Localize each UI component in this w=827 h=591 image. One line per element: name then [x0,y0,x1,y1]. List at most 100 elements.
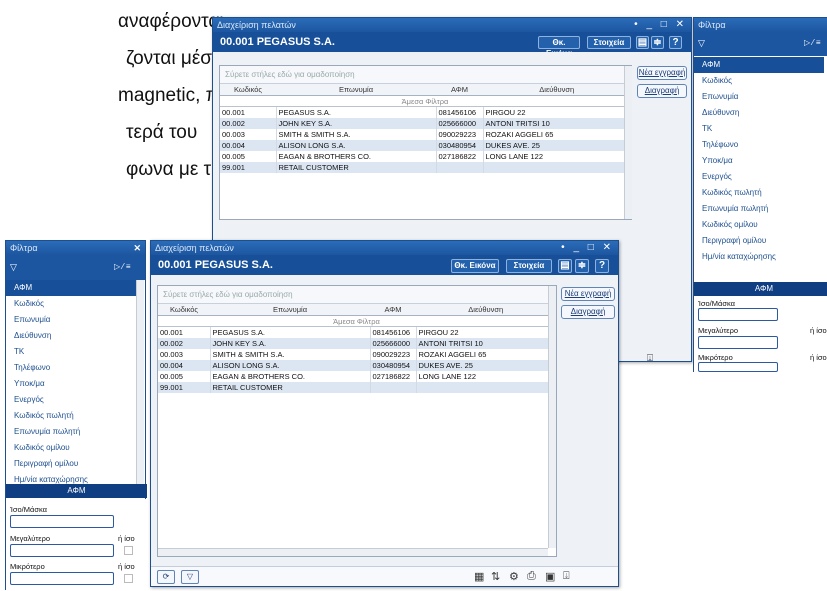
table-row[interactable]: 99.001 RETAIL CUSTOMER [158,381,556,393]
filter-icon[interactable]: ▽ [181,570,199,584]
col-code[interactable]: Κωδικός [158,304,210,316]
table-row[interactable]: 00.003 SMITH & SMITH S.A. 090029223 ROZAKI … [158,348,556,360]
filter-field[interactable]: Ενεργός [694,169,824,185]
filter-field[interactable]: Διεύθυνση [694,105,824,121]
help-icon[interactable]: ? [669,36,682,49]
filter-field[interactable]: Κωδικός ομίλου [694,217,824,233]
filter-field[interactable]: Τηλέφωνο [694,137,824,153]
filter-field[interactable]: Υποκ/μα [694,153,824,169]
table-row[interactable]: 00.001 PEGASUS S.A. 081456106 PIRGOU 22 [158,326,556,338]
delete-button[interactable]: Διαγραφή [637,84,687,98]
filter-tools-icon[interactable]: ▷ ⁄ ≡ [804,38,821,47]
filter-field[interactable]: Επωνυμία πωλητή [694,201,824,217]
filter-toolbar: ▽ ▷ ⁄ ≡ [694,32,827,56]
filter-field[interactable]: ΤΚ [694,121,824,137]
greater-input[interactable] [698,336,778,349]
group-hint: Σύρετε στήλες εδώ για ομαδοποίηση [158,286,556,304]
details-button[interactable]: Στοιχεία [587,36,631,49]
table-row[interactable]: 00.005 EAGAN & BROTHERS CO. 027186822 LONG … [220,150,631,162]
delete-button[interactable]: Διαγραφή [561,305,615,319]
filter-field[interactable]: Επωνυμία [6,312,136,328]
new-record-button[interactable]: Νέα εγγραφή [561,287,615,301]
filter-field[interactable]: Υποκ/μα [6,376,136,392]
col-vat[interactable]: ΑΦΜ [370,304,416,316]
col-address[interactable]: Διεύθυνση [483,84,631,96]
col-address[interactable]: Διεύθυνση [416,304,556,316]
table-row[interactable]: 00.004 ALISON LONG S.A. 030480954 DUKES AVE… [158,359,556,371]
quick-filter-row[interactable]: Άμεσα Φίλτρα [220,95,631,107]
help-icon[interactable]: ? [595,259,609,273]
customer-grid[interactable]: Σύρετε στήλες εδώ για ομαδοποίηση Κωδικό… [219,65,632,220]
table-row[interactable]: 00.002 JOHN KEY S.A. 025666000 ANTONI TRITS… [158,337,556,349]
export-icon[interactable]: ⍗ [647,353,653,364]
export-icon[interactable]: ⍗ [563,570,570,583]
image-button[interactable]: Θκ. Εικόνα [538,36,580,58]
filter-tools-icon[interactable]: ▷ ⁄ ≡ [114,262,131,271]
col-name[interactable]: Επωνυμία [276,84,436,96]
quick-filter-row[interactable]: Άμεσα Φίλτρα [158,315,556,327]
filter-field[interactable]: Κωδικός [6,296,136,312]
filter-field[interactable]: Κωδικός πωλητή [6,408,136,424]
filter-field[interactable]: Περιγραφή ομίλου [694,233,824,249]
less-input[interactable] [10,572,114,585]
filter-field[interactable]: ΤΚ [6,344,136,360]
filter-field[interactable]: Επωνυμία [694,89,824,105]
table-row[interactable]: 00.003 SMITH & SMITH S.A. 090029223 ROZAKI … [220,128,631,140]
filter-title: Φίλτρα [10,243,38,253]
save-icon[interactable]: ▣ [545,570,555,583]
equal-mask-label: Ίσο/Μάσκα [698,299,735,308]
table-row[interactable]: 00.001 PEGASUS S.A. 081456106 PIRGOU 22 [220,106,631,118]
greater-or-equal-checkbox[interactable] [124,546,133,555]
filter-titlebar: Φίλτρα [694,18,827,32]
table-row[interactable]: 00.004 ALISON LONG S.A. 030480954 DUKES AVE… [220,139,631,151]
window-titlebar: Διαχείριση πελατών • _ □ ✕ [213,18,691,32]
grid-menu-icon[interactable]: ▤ [636,36,649,49]
window-controls[interactable]: • _ □ ✕ [634,18,687,32]
window-controls[interactable]: • _ □ ✕ [561,241,614,255]
chevron-down-icon[interactable]: ▽ [10,262,17,273]
filter-field[interactable]: ΑΦΜ [694,57,824,73]
table-row[interactable]: 00.002 JOHN KEY S.A. 025666000 ANTONI TRITS… [220,117,631,129]
doc-line: ζονται μέσω [126,48,227,69]
filter-menu-icon[interactable]: ≑ [651,36,664,49]
greater-input[interactable] [10,544,114,557]
grid-menu-icon[interactable]: ▤ [558,259,572,273]
filter-window-left: Φίλτρα ✕ ▽ ▷ ⁄ ≡ ΑΦΜ Κωδικός Επωνυμία Δι… [5,240,147,591]
filter-field[interactable]: Ενεργός [6,392,136,408]
filter-field[interactable]: Περιγραφή ομίλου [6,456,136,472]
filter-list-scrollbar[interactable] [136,280,144,495]
table-row[interactable]: 99.001 RETAIL CUSTOMER [220,161,631,173]
image-button[interactable]: Θκ. Εικόνα [451,259,499,273]
sort-icon[interactable]: ⇅ [491,570,500,583]
details-button[interactable]: Στοιχεία [506,259,552,273]
filter-field[interactable]: Κωδικός [694,73,824,89]
equal-mask-input[interactable] [10,515,114,528]
filter-field[interactable]: Επωνυμία πωλητή [6,424,136,440]
customer-grid[interactable]: Σύρετε στήλες εδώ για ομαδοποίηση Κωδικό… [157,285,557,557]
col-code[interactable]: Κωδικός [220,84,276,96]
close-icon[interactable]: ✕ [133,241,141,255]
filter-field[interactable]: Τηλέφωνο [6,360,136,376]
grid-vertical-scrollbar[interactable] [624,66,632,219]
settings-icon[interactable]: ⚙ [509,570,519,583]
col-name[interactable]: Επωνυμία [210,304,370,316]
filter-field[interactable]: Κωδικός πωλητή [694,185,824,201]
col-vat[interactable]: ΑΦΜ [436,84,483,96]
grid-vertical-scrollbar[interactable] [548,286,556,548]
layout-icon[interactable]: ▦ [474,570,484,583]
table-row[interactable]: 00.005 EAGAN & BROTHERS CO. 027186822 LONG … [158,370,556,382]
filter-field[interactable]: Κωδικός ομίλου [6,440,136,456]
grid-horizontal-scrollbar[interactable] [158,548,548,556]
less-or-equal-checkbox[interactable] [124,574,133,583]
filter-field[interactable]: ΑΦΜ [6,280,136,296]
new-record-button[interactable]: Νέα εγγραφή [637,66,687,80]
print-icon[interactable]: ⎙ [527,570,536,583]
filter-form: Ίσο/Μάσκα Μεγαλύτερο ή ίσο Μικρότερο ή ί… [694,296,827,373]
filter-field[interactable]: Ημ/νία καταχώρησης [694,249,824,265]
chevron-down-icon[interactable]: ▽ [698,38,705,49]
less-input[interactable] [698,362,778,372]
filter-field[interactable]: Διεύθυνση [6,328,136,344]
equal-mask-input[interactable] [698,308,778,321]
refresh-icon[interactable]: ⟳ [157,570,175,584]
filter-menu-icon[interactable]: ≑ [575,259,589,273]
